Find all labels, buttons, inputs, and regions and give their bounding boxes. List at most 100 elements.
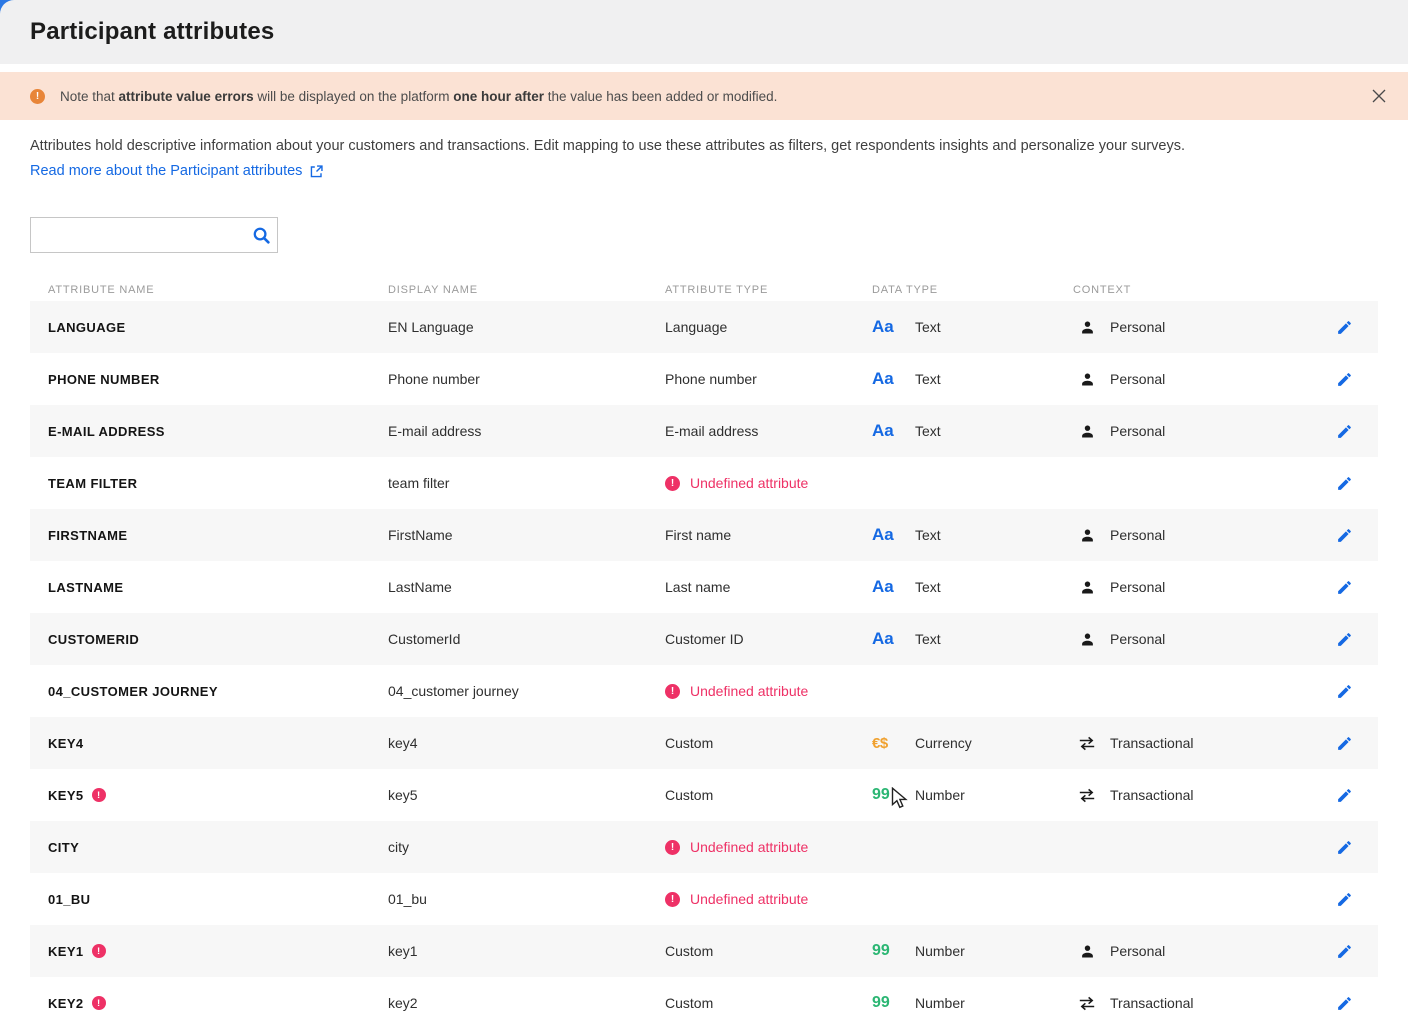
attribute-type-cell: ! First name [665, 527, 872, 543]
context-label: Transactional [1110, 735, 1194, 751]
edit-pencil-icon[interactable] [1336, 579, 1353, 596]
context-label: Personal [1110, 943, 1165, 959]
display-name-cell: LastName [388, 579, 665, 595]
attribute-name: 04_CUSTOMER JOURNEY [48, 684, 218, 699]
read-more-link[interactable]: Read more about the Participant attribut… [30, 162, 324, 181]
data-type-cell: Aa €$ 99 Text [872, 421, 1073, 441]
data-type-label: Text [915, 527, 941, 543]
attribute-name-cell: LASTNAME ! [48, 580, 388, 595]
attribute-name: CUSTOMERID [48, 632, 139, 647]
table-row: PHONE NUMBER ! Phone number ! Phone numb… [30, 353, 1378, 405]
table-row: LANGUAGE ! EN Language ! Language Aa €$ … [30, 301, 1378, 353]
attribute-type-cell: ! E-mail address [665, 423, 872, 439]
display-name: LastName [388, 579, 452, 595]
number-datatype-icon: 99 [872, 942, 902, 960]
edit-cell [1310, 683, 1378, 700]
context-cell: Personal [1073, 370, 1310, 388]
attribute-name-cell: 01_BU ! [48, 892, 388, 907]
display-name: E-mail address [388, 423, 481, 439]
close-icon[interactable] [1370, 87, 1388, 105]
person-icon [1078, 318, 1096, 336]
table-row: CUSTOMERID ! CustomerId ! Customer ID Aa… [30, 613, 1378, 665]
context-cell: Transactional [1073, 994, 1310, 1012]
attribute-name: 01_BU [48, 892, 90, 907]
display-name-cell: EN Language [388, 319, 665, 335]
edit-pencil-icon[interactable] [1336, 943, 1353, 960]
col-header-attribute-name: ATTRIBUTE NAME [48, 284, 388, 296]
error-icon: ! [92, 788, 106, 802]
attribute-type: Undefined attribute [690, 683, 808, 699]
attribute-name-cell: PHONE NUMBER ! [48, 372, 388, 387]
edit-pencil-icon[interactable] [1336, 787, 1353, 804]
person-icon [1078, 578, 1096, 596]
col-header-attribute-type: ATTRIBUTE TYPE [665, 284, 872, 296]
warning-text-part: the value has been added or modified. [544, 89, 777, 104]
context-cell: Transactional [1073, 734, 1310, 752]
data-type-cell: Aa €$ 99 Text [872, 525, 1073, 545]
col-header-context: CONTEXT [1073, 284, 1310, 296]
attribute-type-cell: ! Undefined attribute [665, 683, 872, 699]
undefined-attribute-icon: ! [665, 840, 680, 855]
context-label: Personal [1110, 423, 1165, 439]
search-icon[interactable] [245, 226, 277, 245]
undefined-attribute-icon: ! [665, 684, 680, 699]
text-datatype-icon: Aa [872, 525, 902, 545]
error-icon: ! [92, 944, 106, 958]
table-row: LASTNAME ! LastName ! Last name Aa €$ 99… [30, 561, 1378, 613]
attribute-type: E-mail address [665, 423, 758, 439]
edit-pencil-icon[interactable] [1336, 475, 1353, 492]
edit-cell [1310, 631, 1378, 648]
edit-pencil-icon[interactable] [1336, 683, 1353, 700]
data-type-label: Text [915, 579, 941, 595]
attribute-name-cell: CUSTOMERID ! [48, 632, 388, 647]
data-type-label: Number [915, 995, 965, 1011]
intro-section: Attributes hold descriptive information … [30, 137, 1378, 181]
edit-pencil-icon[interactable] [1336, 995, 1353, 1012]
table-row: 04_CUSTOMER JOURNEY ! 04_customer journe… [30, 665, 1378, 717]
display-name-cell: 01_bu [388, 891, 665, 907]
transactional-icon [1078, 734, 1096, 752]
edit-cell [1310, 943, 1378, 960]
number-datatype-icon: 99 [872, 994, 902, 1012]
context-cell: Personal [1073, 318, 1310, 336]
edit-cell [1310, 371, 1378, 388]
attribute-type: Undefined attribute [690, 475, 808, 491]
attribute-type: Undefined attribute [690, 839, 808, 855]
attribute-name: LANGUAGE [48, 320, 126, 335]
attribute-type: Custom [665, 995, 713, 1011]
data-type-label: Text [915, 319, 941, 335]
warning-text-part: Note that [60, 89, 119, 104]
attribute-name-cell: KEY5 ! [48, 788, 388, 803]
edit-pencil-icon[interactable] [1336, 319, 1353, 336]
attribute-name: CITY [48, 840, 79, 855]
edit-pencil-icon[interactable] [1336, 891, 1353, 908]
context-cell: Transactional [1073, 786, 1310, 804]
attribute-type: Last name [665, 579, 730, 595]
search-input[interactable] [31, 226, 245, 244]
context-cell: Personal [1073, 578, 1310, 596]
edit-cell [1310, 787, 1378, 804]
data-type-label: Text [915, 371, 941, 387]
attribute-type: Phone number [665, 371, 757, 387]
undefined-attribute-icon: ! [665, 892, 680, 907]
edit-pencil-icon[interactable] [1336, 371, 1353, 388]
table-row: KEY1 ! key1 ! Custom Aa €$ 99 Number Per… [30, 925, 1378, 977]
attribute-name: TEAM FILTER [48, 476, 137, 491]
warning-text-bold: one hour after [453, 89, 544, 104]
table-row: CITY ! city ! Undefined attribute Aa €$ … [30, 821, 1378, 873]
attribute-name-cell: E-MAIL ADDRESS ! [48, 424, 388, 439]
edit-pencil-icon[interactable] [1336, 423, 1353, 440]
attribute-name: KEY4 [48, 736, 84, 751]
number-datatype-icon: 99 [872, 786, 902, 804]
data-type-cell: Aa €$ 99 Currency [872, 735, 1073, 752]
edit-pencil-icon[interactable] [1336, 839, 1353, 856]
attribute-type-cell: ! Language [665, 319, 872, 335]
edit-pencil-icon[interactable] [1336, 631, 1353, 648]
attribute-type-cell: ! Custom [665, 995, 872, 1011]
edit-pencil-icon[interactable] [1336, 735, 1353, 752]
col-header-display-name: DISPLAY NAME [388, 284, 665, 296]
edit-pencil-icon[interactable] [1336, 527, 1353, 544]
attribute-name: E-MAIL ADDRESS [48, 424, 165, 439]
context-cell: Personal [1073, 942, 1310, 960]
person-icon [1078, 942, 1096, 960]
